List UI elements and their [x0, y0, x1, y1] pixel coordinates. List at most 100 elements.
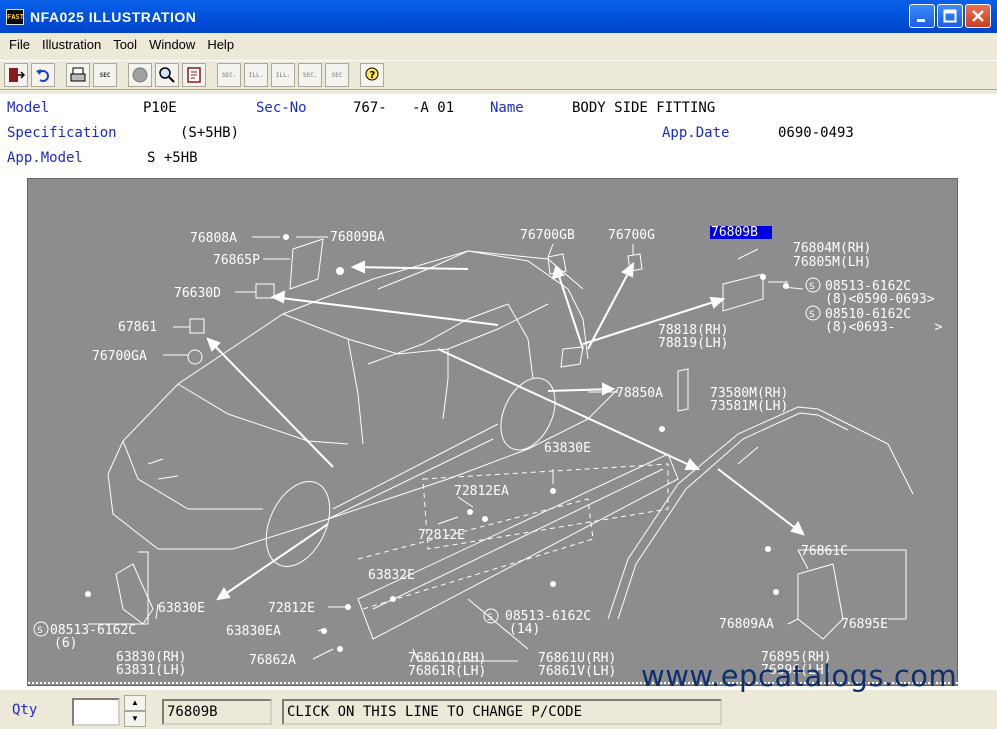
part-label[interactable]: 63830E — [158, 602, 205, 615]
part-label: (6) — [54, 636, 78, 651]
sec-prev-icon: SEC. — [221, 71, 237, 79]
ill-next-button[interactable]: ILL. — [271, 63, 295, 87]
sec-next-icon: SEC. — [302, 71, 318, 79]
part-label[interactable]: 76700GA — [92, 350, 147, 363]
svg-text:?: ? — [370, 70, 376, 81]
part-label: (8)<0590-0693> — [825, 292, 935, 307]
model-value: P10E — [143, 100, 177, 116]
part-label[interactable]: 63830EA — [226, 625, 281, 638]
menu-illustration[interactable]: Illustration — [36, 35, 107, 55]
menu-file[interactable]: File — [3, 35, 36, 55]
minimize-button[interactable] — [909, 4, 935, 28]
part-label[interactable]: 76804M(RH) — [793, 242, 871, 255]
part-label[interactable]: 63832E — [368, 569, 415, 582]
help-button[interactable]: ? — [360, 63, 384, 87]
selected-part-label[interactable]: 76809B — [710, 226, 772, 239]
secno-label: Sec-No — [256, 100, 307, 116]
sec-query-button[interactable]: SEC — [325, 63, 349, 87]
appdate-value: 0690-0493 — [778, 125, 854, 141]
undo-icon — [36, 69, 49, 82]
part-header: Model P10E Sec-No 767- -A 01 Name BODY S… — [0, 94, 997, 178]
appdate-label: App.Date — [662, 125, 730, 141]
part-code-field: 76809B — [162, 699, 272, 725]
qty-up-button[interactable]: ▲ — [124, 695, 146, 711]
part-label[interactable]: 76862A — [249, 654, 296, 667]
part-label[interactable]: 76630D — [174, 287, 221, 300]
qty-label: Qty — [12, 702, 38, 718]
part-label[interactable]: 72812E — [268, 602, 315, 615]
part-label[interactable]: 76805M(LH) — [793, 256, 871, 269]
circle-icon — [132, 67, 148, 83]
svg-text:S: S — [809, 310, 815, 320]
sec-query-icon: SEC — [331, 71, 343, 79]
qty-stepper[interactable]: ▲ ▼ — [124, 695, 146, 727]
book-icon — [187, 67, 201, 83]
part-label[interactable]: 72812EA — [454, 485, 509, 498]
part-label[interactable]: 76861C — [801, 545, 848, 558]
spec-value: (S+5HB) — [180, 125, 240, 141]
part-label[interactable]: 76700G — [608, 229, 655, 242]
ill-prev-icon: ILL. — [248, 71, 264, 79]
part-label[interactable]: 76700GB — [520, 229, 575, 242]
circle-button[interactable] — [128, 63, 152, 87]
part-label[interactable]: 76865P — [213, 254, 260, 267]
menu-tool[interactable]: Tool — [107, 35, 143, 55]
exit-button[interactable] — [4, 63, 28, 87]
part-label[interactable]: 78819(LH) — [658, 337, 728, 350]
menu-bar: File Illustration Tool Window Help — [0, 34, 997, 56]
arrow-down-icon: ▼ — [131, 714, 139, 723]
part-label: (14) — [509, 622, 541, 637]
printer-icon — [70, 67, 86, 82]
ill-prev-button[interactable]: ILL. — [244, 63, 268, 87]
part-label[interactable]: 63831(LH) — [116, 664, 186, 677]
parts-illustration[interactable]: S S S S 76808A 76809BA 76865P 76630D 67861… — [27, 178, 959, 693]
secno-value: 767- -A 01 — [353, 100, 455, 116]
close-button[interactable] — [965, 4, 991, 28]
part-label[interactable]: 76808A — [190, 232, 237, 245]
qty-input[interactable] — [72, 698, 120, 726]
maximize-icon — [943, 9, 957, 23]
part-label[interactable]: 76809AA — [719, 618, 774, 631]
appmodel-label: App.Model — [7, 150, 83, 166]
search-icon — [159, 67, 175, 83]
change-pcode-line[interactable]: CLICK ON THIS LINE TO CHANGE P/CODE — [282, 699, 722, 725]
close-icon — [972, 10, 984, 22]
exit-icon — [9, 68, 25, 82]
appmodel-value: S +5HB — [147, 150, 198, 166]
menu-window[interactable]: Window — [143, 35, 201, 55]
part-label[interactable]: 76895E — [841, 618, 888, 631]
part-label[interactable]: 78850A — [616, 387, 663, 400]
maximize-button[interactable] — [937, 4, 963, 28]
print-button[interactable] — [66, 63, 90, 87]
svg-text:S: S — [809, 282, 815, 292]
part-label[interactable]: 63830E — [544, 442, 591, 455]
name-value: BODY SIDE FITTING — [572, 100, 716, 116]
svg-text:S: S — [37, 626, 43, 636]
qty-down-button[interactable]: ▼ — [124, 711, 146, 727]
ill-next-icon: ILL. — [275, 71, 291, 79]
part-label[interactable]: 72812E — [418, 529, 465, 542]
spec-label: Specification — [7, 125, 117, 141]
sec-next-button[interactable]: SEC. — [298, 63, 322, 87]
part-label[interactable]: 76861V(LH) — [538, 665, 616, 678]
part-label[interactable]: 76861R(LH) — [408, 665, 486, 678]
svg-text:S: S — [487, 613, 493, 623]
sec-icon: SEC — [99, 71, 111, 79]
book-button[interactable] — [182, 63, 206, 87]
part-label: (8)<0693- > — [825, 320, 943, 335]
undo-button[interactable] — [31, 63, 55, 87]
part-label[interactable]: 67861 — [118, 321, 157, 334]
sec-button[interactable]: SEC — [93, 63, 117, 87]
sec-prev-button[interactable]: SEC. — [217, 63, 241, 87]
title-bar: FAST NFA025 ILLUSTRATION — [0, 0, 997, 33]
part-label[interactable]: 76809BA — [330, 231, 385, 244]
illustration-panel: S S S S 76808A 76809BA 76865P 76630D 67861… — [0, 178, 997, 693]
arrow-up-icon: ▲ — [131, 698, 139, 707]
menu-help[interactable]: Help — [201, 35, 240, 55]
part-label[interactable]: 73581M(LH) — [710, 400, 788, 413]
name-label: Name — [490, 100, 524, 116]
toolbar: SEC SEC. ILL. ILL. SEC. SEC ? — [0, 60, 997, 90]
search-button[interactable] — [155, 63, 179, 87]
watermark: www.epcatalogs.com — [641, 659, 958, 693]
status-bar: Qty ▲ ▼ 76809B CLICK ON THIS LINE TO CHA… — [0, 692, 997, 729]
